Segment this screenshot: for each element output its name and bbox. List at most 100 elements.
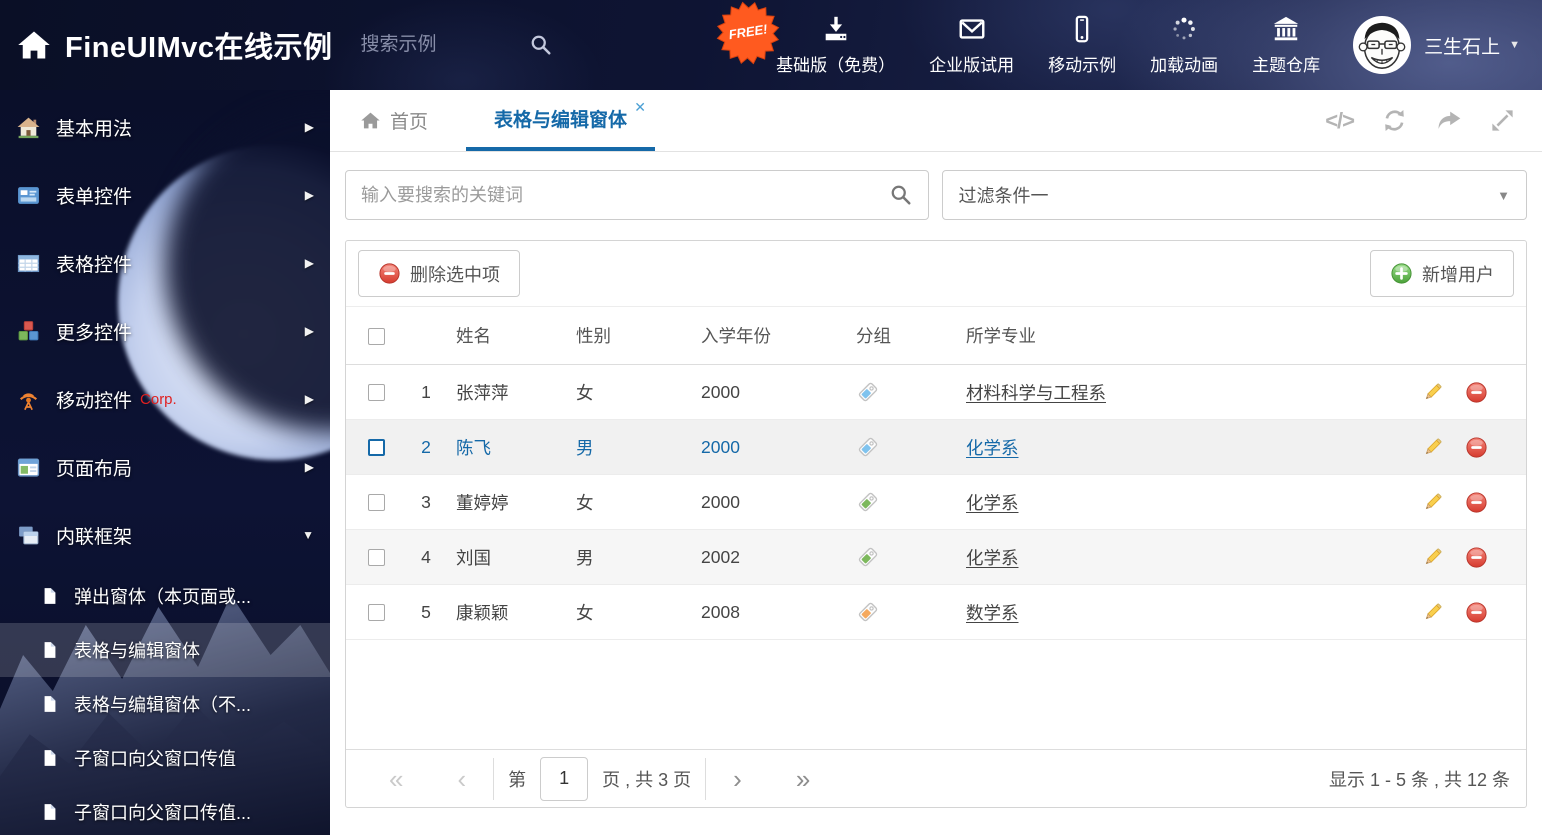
gender-cell: 女 bbox=[576, 602, 594, 623]
row-checkbox[interactable] bbox=[368, 384, 385, 402]
table-body: 1 张萍萍女 2000 材料科学与工程系 2 陈飞男 2000 化学系 3 董婷婷女 2000 化学系… bbox=[346, 365, 1526, 640]
row-checkbox[interactable] bbox=[368, 604, 385, 622]
delete-icon[interactable] bbox=[1465, 436, 1488, 459]
nav-item-enterprise-trial[interactable]: 企业版试用 bbox=[929, 14, 1014, 76]
year-cell: 2008 bbox=[701, 601, 740, 622]
delete-selected-button[interactable]: 删除选中项 bbox=[358, 250, 520, 297]
major-link[interactable]: 数学系 bbox=[966, 603, 1019, 623]
nav-item-loading-anim[interactable]: 加载动画 bbox=[1150, 14, 1218, 76]
pagination-bar: « ‹ 第 页 , 共 3 页 › » 显示 1 - 5 条 , 共 12 条 bbox=[346, 749, 1526, 807]
edit-icon[interactable] bbox=[1421, 381, 1444, 404]
sidebar-item-form-controls[interactable]: 表单控件 ▶ bbox=[0, 161, 330, 229]
column-header-gender[interactable]: 性别 bbox=[571, 323, 696, 348]
row-number: 2 bbox=[421, 436, 431, 457]
search-icon[interactable] bbox=[529, 33, 553, 57]
first-page-button[interactable]: « bbox=[389, 766, 403, 792]
major-link[interactable]: 化学系 bbox=[966, 493, 1019, 513]
header-search-input[interactable] bbox=[360, 34, 511, 56]
row-number: 4 bbox=[421, 546, 431, 567]
sidebar-item-mobile-controls[interactable]: 移动控件 Corp. ▶ bbox=[0, 365, 330, 433]
table-row[interactable]: 5 康颖颖 女 2008 数学系 bbox=[346, 585, 1526, 640]
page-number-input[interactable] bbox=[540, 756, 589, 801]
delete-icon[interactable] bbox=[1465, 491, 1488, 514]
delete-icon[interactable] bbox=[1465, 381, 1488, 404]
header-nav: FREE! 基础版（免费） 企业版试用 移动示例 加载动画 主题仓库 bbox=[759, 14, 1337, 76]
sidebar-subitem-child-to-parent-2[interactable]: 子窗口向父窗口传值... bbox=[0, 785, 330, 835]
nav-item-basic-free[interactable]: FREE! 基础版（免费） bbox=[776, 14, 895, 76]
year-cell: 2000 bbox=[701, 436, 740, 457]
name-cell: 康颖颖 bbox=[456, 602, 509, 623]
major-link[interactable]: 化学系 bbox=[966, 438, 1019, 458]
grid-panel: 删除选中项 新增用户 姓名 性别 入学年份 分组 所学专业 1 张萍萍 女 20… bbox=[345, 240, 1527, 808]
main-content: 首页 表格与编辑窗体 ✕ </> 输入要搜索的关键词 过滤条件一 ▼ 删除选中项… bbox=[330, 90, 1542, 835]
caret-right-icon: ▶ bbox=[304, 392, 314, 406]
group-tag-icon bbox=[858, 382, 878, 402]
table-row[interactable]: 4 刘国 男 2002 化学系 bbox=[346, 530, 1526, 585]
column-header-year[interactable]: 入学年份 bbox=[696, 323, 851, 348]
search-icon[interactable] bbox=[889, 183, 913, 207]
row-checkbox[interactable] bbox=[368, 549, 385, 567]
sidebar-subitem-grid-edit-window-nopostback[interactable]: 表格与编辑窗体（不... bbox=[0, 677, 330, 731]
sidebar-subitem-child-to-parent[interactable]: 子窗口向父窗口传值 bbox=[0, 731, 330, 785]
sidebar-item-inline-frame[interactable]: 内联框架 ▼ bbox=[0, 501, 330, 569]
sidebar-item-basic-usage[interactable]: 基本用法 ▶ bbox=[0, 93, 330, 161]
user-menu[interactable]: 三生石上 ▼ bbox=[1353, 16, 1520, 74]
brand[interactable]: FineUIMvc在线示例 bbox=[16, 24, 333, 66]
keyword-search-input[interactable] bbox=[361, 184, 889, 206]
refresh-icon[interactable] bbox=[1381, 107, 1408, 134]
row-checkbox[interactable] bbox=[368, 439, 385, 457]
mobile-icon bbox=[1067, 14, 1097, 44]
caret-right-icon: ▶ bbox=[304, 324, 314, 338]
edit-icon[interactable] bbox=[1421, 546, 1444, 569]
edit-icon[interactable] bbox=[1421, 436, 1444, 459]
edit-icon[interactable] bbox=[1421, 601, 1444, 624]
caret-right-icon: ▶ bbox=[304, 256, 314, 270]
filter-dropdown[interactable]: 过滤条件一 ▼ bbox=[941, 170, 1527, 220]
year-cell: 2000 bbox=[701, 491, 740, 512]
column-header-name[interactable]: 姓名 bbox=[451, 323, 571, 348]
edit-icon[interactable] bbox=[1421, 491, 1444, 514]
keyword-search-box bbox=[345, 170, 929, 220]
table-row[interactable]: 3 董婷婷 女 2000 化学系 bbox=[346, 475, 1526, 530]
tab-home[interactable]: 首页 bbox=[348, 90, 440, 151]
gender-cell: 男 bbox=[576, 437, 594, 458]
delete-icon[interactable] bbox=[1465, 601, 1488, 624]
sidebar-subitem-grid-edit-window[interactable]: 表格与编辑窗体 bbox=[0, 623, 330, 677]
column-header-group[interactable]: 分组 bbox=[851, 323, 961, 348]
select-all-checkbox[interactable] bbox=[368, 327, 385, 345]
fullscreen-icon[interactable] bbox=[1489, 107, 1516, 134]
grid-icon bbox=[16, 251, 41, 276]
share-icon[interactable] bbox=[1435, 107, 1462, 134]
row-number: 5 bbox=[421, 601, 431, 622]
tab-close-icon[interactable]: ✕ bbox=[634, 99, 646, 116]
row-checkbox[interactable] bbox=[368, 494, 385, 512]
add-icon bbox=[1390, 262, 1413, 285]
sidebar-item-page-layout[interactable]: 页面布局 ▶ bbox=[0, 433, 330, 501]
table-row[interactable]: 1 张萍萍 女 2000 材料科学与工程系 bbox=[346, 365, 1526, 420]
tab-bar: 首页 表格与编辑窗体 ✕ </> bbox=[330, 90, 1542, 152]
dropdown-caret-icon: ▼ bbox=[1497, 187, 1510, 203]
caret-down-icon: ▼ bbox=[302, 528, 314, 542]
top-header: FineUIMvc在线示例 FREE!基础版（免费） 企业版试用移动示例加载动画主… bbox=[0, 0, 1542, 90]
major-link[interactable]: 材料科学与工程系 bbox=[966, 383, 1106, 403]
sidebar-item-grid-controls[interactable]: 表格控件 ▶ bbox=[0, 229, 330, 297]
caret-right-icon: ▶ bbox=[304, 188, 314, 202]
sidebar-subitem-popup-window[interactable]: 弹出窗体（本页面或... bbox=[0, 569, 330, 623]
nav-item-theme-repo[interactable]: 主题仓库 bbox=[1252, 14, 1320, 76]
nav-item-mobile-demo[interactable]: 移动示例 bbox=[1048, 14, 1116, 76]
delete-icon[interactable] bbox=[1465, 546, 1488, 569]
frames-icon bbox=[16, 523, 41, 548]
tab-grid-edit-window[interactable]: 表格与编辑窗体 ✕ bbox=[466, 90, 656, 151]
source-code-icon[interactable]: </> bbox=[1325, 108, 1355, 134]
major-link[interactable]: 化学系 bbox=[966, 548, 1019, 568]
last-page-button[interactable]: » bbox=[796, 766, 810, 792]
free-badge: FREE! bbox=[716, 1, 780, 65]
sidebar-item-more-controls[interactable]: 更多控件 ▶ bbox=[0, 297, 330, 365]
table-row[interactable]: 2 陈飞 男 2000 化学系 bbox=[346, 420, 1526, 475]
next-page-button[interactable]: › bbox=[733, 766, 742, 792]
page-body: 过滤条件一 ▼ 删除选中项 新增用户 bbox=[330, 152, 1542, 835]
prev-page-button[interactable]: ‹ bbox=[457, 766, 466, 792]
file-icon bbox=[40, 802, 60, 822]
column-header-major[interactable]: 所学专业 bbox=[961, 323, 1411, 348]
add-user-button[interactable]: 新增用户 bbox=[1370, 250, 1514, 297]
